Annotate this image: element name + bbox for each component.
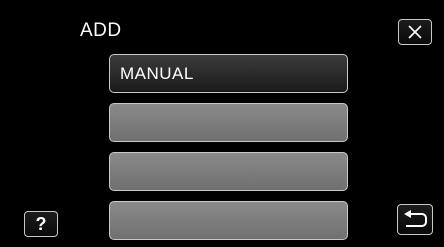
list-item[interactable] [109,103,348,142]
back-button[interactable] [397,204,433,235]
question-mark-icon: ? [35,213,47,234]
help-button[interactable]: ? [24,211,58,237]
return-arrow-icon [404,209,427,227]
close-button[interactable] [398,19,432,45]
page-title: ADD [80,20,122,41]
list-item[interactable] [109,201,348,240]
list-item-label: MANUAL [120,63,194,83]
list-item[interactable] [109,152,348,191]
close-icon [408,25,422,39]
list-item-manual[interactable]: MANUAL [109,54,348,93]
